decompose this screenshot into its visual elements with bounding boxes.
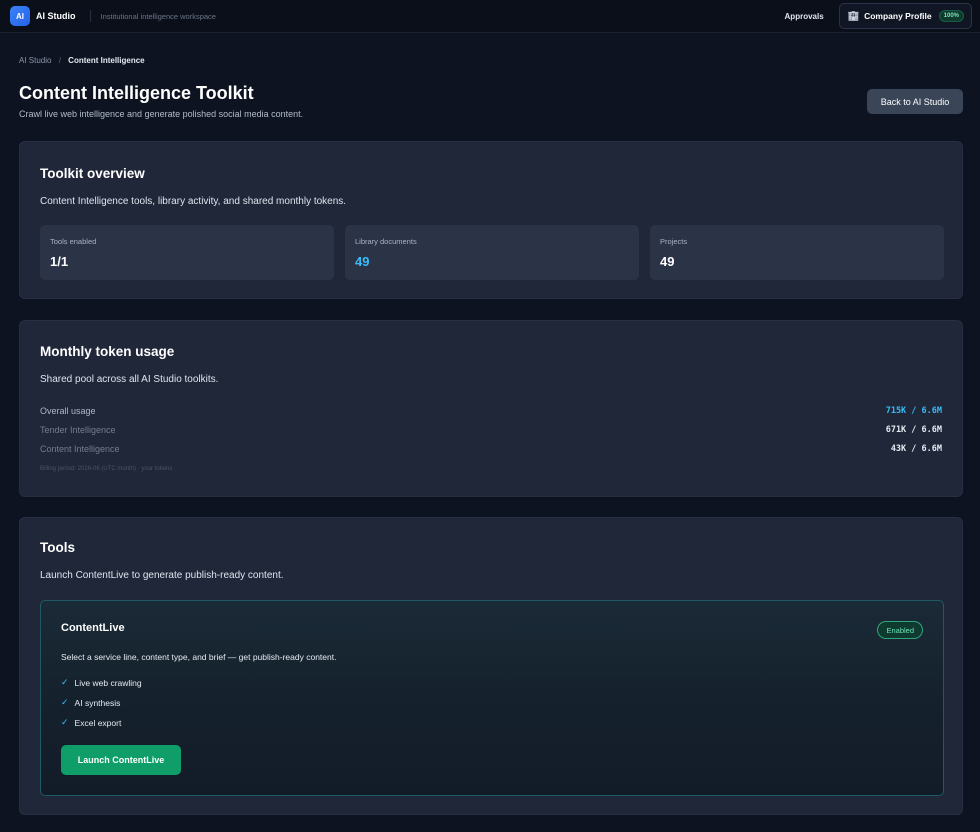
feature-item: ✓ Excel export bbox=[61, 717, 121, 728]
check-icon: ✓ bbox=[61, 697, 69, 707]
app-name[interactable]: AI Studio bbox=[36, 11, 76, 21]
stat-label: Tools enabled bbox=[50, 237, 97, 246]
stat-library-documents: Library documents 49 bbox=[345, 225, 639, 280]
stat-projects: Projects 49 bbox=[650, 225, 944, 280]
breadcrumb: AI Studio / Content Intelligence bbox=[19, 56, 145, 65]
card-title: Toolkit overview bbox=[40, 166, 145, 181]
feature-label: Live web crawling bbox=[74, 677, 142, 688]
card-title: Monthly token usage bbox=[40, 344, 175, 359]
check-icon: ✓ bbox=[61, 677, 69, 687]
tools-card: Tools Launch ContentLive to generate pub… bbox=[19, 517, 963, 815]
breadcrumb-root[interactable]: AI Studio bbox=[19, 56, 51, 65]
toolkit-overview-card: Toolkit overview Content Intelligence to… bbox=[19, 141, 963, 299]
breadcrumb-separator: / bbox=[58, 56, 61, 65]
feature-item: ✓ AI synthesis bbox=[61, 697, 120, 708]
back-to-ai-studio-button[interactable]: Back to AI Studio bbox=[867, 89, 963, 114]
stat-value: 49 bbox=[355, 254, 370, 269]
card-description: Content Intelligence tools, library acti… bbox=[40, 196, 347, 207]
card-title: Tools bbox=[40, 540, 75, 555]
feature-item: ✓ Live web crawling bbox=[61, 677, 142, 688]
approvals-link[interactable]: Approvals bbox=[785, 12, 824, 21]
status-badge: Enabled bbox=[877, 621, 923, 639]
usage-value: 715K / 6.6M bbox=[885, 406, 942, 416]
breadcrumb-current: Content Intelligence bbox=[68, 56, 145, 65]
tool-name: ContentLive bbox=[61, 622, 125, 634]
feature-label: Excel export bbox=[74, 717, 122, 728]
top-bar: AI AI Studio Institutional intelligence … bbox=[0, 0, 980, 33]
stat-label: Library documents bbox=[355, 237, 417, 246]
usage-row-content-intelligence: Content Intelligence 43K / 6.6M bbox=[40, 442, 942, 456]
usage-value: 43K / 6.6M bbox=[890, 444, 942, 454]
usage-label: Content Intelligence bbox=[40, 444, 120, 454]
usage-label: Overall usage bbox=[40, 406, 96, 416]
check-icon: ✓ bbox=[61, 717, 69, 727]
tool-description: Select a service line, content type, and… bbox=[61, 652, 337, 662]
launch-contentlive-button[interactable]: Launch ContentLive bbox=[61, 745, 181, 775]
company-profile-button[interactable]: 🏢︎ Company Profile 100% bbox=[838, 3, 972, 29]
page-title: Content Intelligence Toolkit bbox=[19, 83, 254, 103]
building-icon: 🏢︎ bbox=[847, 10, 860, 21]
profile-completion-badge: 100% bbox=[938, 10, 964, 22]
stat-value: 49 bbox=[660, 254, 675, 269]
card-description: Shared pool across all AI Studio toolkit… bbox=[40, 374, 219, 385]
feature-label: AI synthesis bbox=[74, 697, 121, 708]
usage-label: Tender Intelligence bbox=[40, 425, 116, 435]
usage-row-overall: Overall usage 715K / 6.6M bbox=[40, 404, 942, 418]
billing-period-note: Billing period: 2026-06 (UTC month) · yo… bbox=[40, 466, 173, 472]
usage-row-tender-intelligence: Tender Intelligence 671K / 6.6M bbox=[40, 423, 942, 437]
card-description: Launch ContentLive to generate publish-r… bbox=[40, 570, 284, 581]
app-tagline: Institutional intelligence workspace bbox=[100, 11, 216, 21]
divider bbox=[89, 10, 91, 22]
page-subtitle: Crawl live web intelligence and generate… bbox=[19, 109, 304, 119]
monthly-token-usage-card: Monthly token usage Shared pool across a… bbox=[19, 320, 963, 497]
app-logo[interactable]: AI bbox=[10, 6, 30, 26]
contentlive-tool-card: ContentLive Enabled Select a service lin… bbox=[40, 600, 944, 796]
usage-value: 671K / 6.6M bbox=[885, 425, 942, 435]
stat-label: Projects bbox=[660, 237, 688, 246]
company-profile-label: Company Profile bbox=[864, 11, 932, 21]
stat-tools-enabled: Tools enabled 1/1 bbox=[40, 225, 334, 280]
stat-value: 1/1 bbox=[50, 254, 69, 269]
